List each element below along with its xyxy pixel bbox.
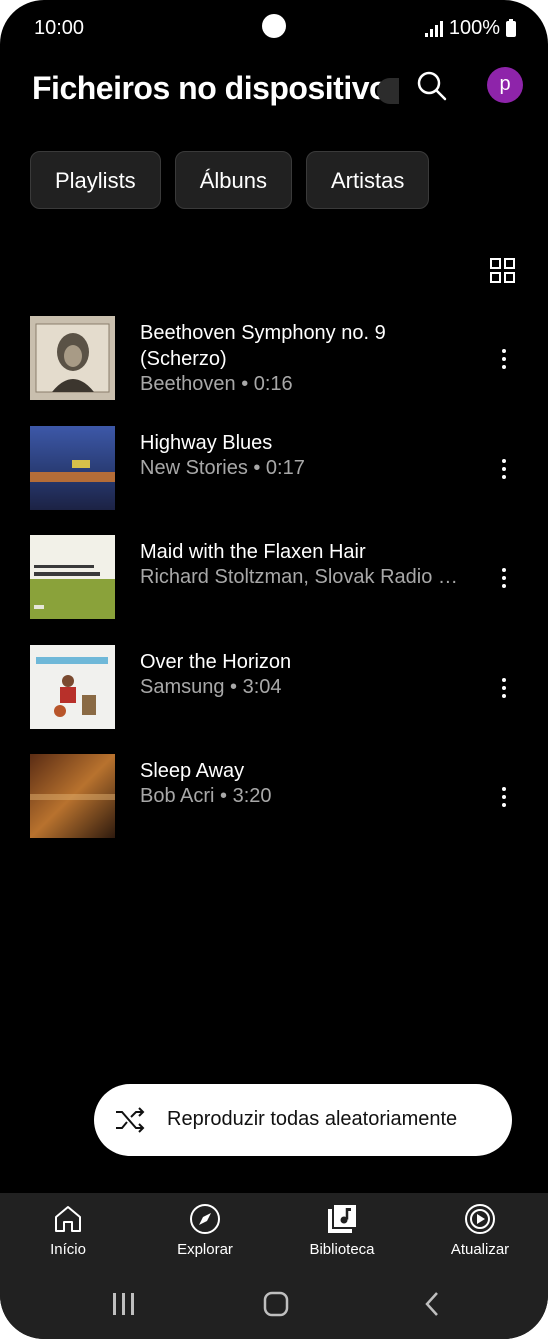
nav-upgrade-label: Atualizar	[450, 1241, 510, 1258]
nav-explore[interactable]: Explorar	[145, 1203, 265, 1258]
phone-screen: 10:00 100% Ficheiros no dispositivo p Pl…	[0, 0, 548, 1339]
more-button[interactable]	[496, 785, 512, 809]
nav-upgrade[interactable]: Atualizar	[420, 1203, 540, 1258]
play-circle-icon	[465, 1204, 495, 1234]
track-title: Sleep Away	[140, 760, 245, 782]
chip-playlists[interactable]: Playlists	[30, 151, 161, 209]
album-art	[30, 644, 115, 729]
shuffle-all-label: Reproduzir todas aleatoriamente	[167, 1108, 458, 1130]
status-time: 10:00	[34, 17, 85, 39]
search-button[interactable]	[414, 68, 450, 104]
compass-icon	[190, 1204, 220, 1234]
battery-percent: 100%	[448, 17, 500, 39]
more-button[interactable]	[496, 457, 512, 481]
front-camera	[262, 14, 286, 38]
nav-library[interactable]: Biblioteca	[282, 1203, 402, 1258]
avatar[interactable]: p	[487, 67, 523, 103]
more-button[interactable]	[496, 676, 512, 700]
track-subtitle: Bob Acri • 3:20	[140, 785, 272, 807]
list-item[interactable]: Sleep Away Bob Acri • 3:20	[0, 743, 548, 853]
shuffle-all-button[interactable]: Reproduzir todas aleatoriamente	[94, 1084, 512, 1156]
track-title: Over the Horizon	[140, 650, 292, 673]
nav-home[interactable]: Início	[8, 1203, 128, 1258]
system-navigation-bar	[113, 1291, 438, 1317]
track-subtitle: Samsung • 3:04	[140, 675, 282, 698]
nav-explore-label: Explorar	[177, 1241, 233, 1258]
signal-icon	[424, 20, 443, 37]
more-button[interactable]	[496, 566, 512, 590]
status-bar: 10:00 100%	[0, 0, 548, 58]
library-music-icon	[328, 1205, 356, 1233]
chevron-down-icon[interactable]	[377, 78, 399, 104]
track-title: Highway Blues	[140, 431, 273, 454]
list-item[interactable]: Maid with the Flaxen Hair Richard Stoltz…	[0, 524, 548, 634]
list-item[interactable]: Over the Horizon Samsung • 3:04	[0, 634, 548, 744]
track-title: Beethoven Symphony no. 9 (Scherzo)	[140, 322, 386, 370]
grid-view-button[interactable]	[490, 258, 515, 283]
track-title: Maid with the Flaxen Hair	[140, 541, 366, 563]
status-right: 100%	[424, 17, 516, 40]
album-art	[30, 754, 115, 838]
track-subtitle: Richard Stoltzman, Slovak Radio …	[140, 566, 458, 588]
track-subtitle: Beethoven • 0:16	[140, 373, 293, 395]
album-art	[30, 425, 115, 510]
nav-home-label: Início	[50, 1241, 86, 1258]
page-title[interactable]: Ficheiros no dispositivo	[32, 70, 388, 107]
more-button[interactable]	[496, 347, 512, 371]
list-item[interactable]: Highway Blues New Stories • 0:17	[0, 415, 548, 525]
search-icon	[417, 71, 447, 101]
album-art	[30, 316, 115, 400]
chip-albums[interactable]: Álbuns	[174, 151, 292, 209]
nav-library-label: Biblioteca	[309, 1241, 375, 1258]
album-art	[30, 535, 115, 619]
track-list: Beethoven Symphony no. 9 (Scherzo) Beeth…	[0, 305, 548, 853]
grid-view-icon	[490, 258, 515, 283]
shuffle-icon	[116, 1107, 145, 1133]
list-item[interactable]: Beethoven Symphony no. 9 (Scherzo) Beeth…	[0, 305, 548, 415]
home-icon	[55, 1206, 81, 1232]
filter-chips: Playlists Álbuns Artistas	[30, 151, 430, 209]
chip-artists[interactable]: Artistas	[305, 151, 430, 209]
recents-button[interactable]	[113, 1293, 134, 1315]
track-subtitle: New Stories • 0:17	[140, 456, 305, 479]
home-button[interactable]	[263, 1291, 289, 1317]
battery-icon	[506, 18, 516, 37]
back-button[interactable]	[425, 1292, 438, 1316]
